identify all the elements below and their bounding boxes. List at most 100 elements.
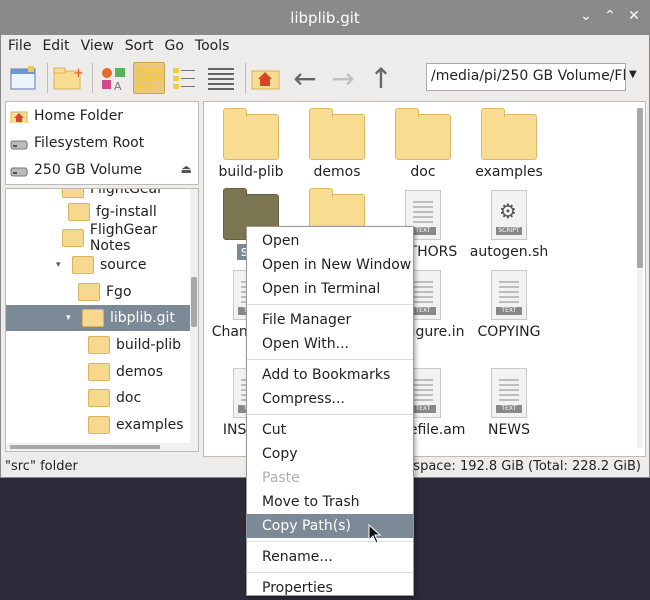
menu-view[interactable]: View bbox=[81, 38, 114, 54]
file-item-script[interactable]: ⚙ SCRIPT autogen.sh bbox=[466, 190, 552, 260]
expander-icon[interactable]: ▾ bbox=[66, 313, 76, 323]
tree-item[interactable]: ▾ source bbox=[6, 252, 190, 278]
file-item-folder[interactable]: demos bbox=[294, 108, 380, 180]
home-icon bbox=[10, 111, 28, 123]
text-file-icon: TEXT bbox=[491, 368, 527, 418]
scrollbar-thumb[interactable] bbox=[637, 108, 643, 268]
menu-file[interactable]: File bbox=[8, 38, 31, 54]
path-dropdown-icon[interactable]: ▼ bbox=[629, 69, 637, 80]
file-item-text[interactable]: TEXT NEWS bbox=[466, 368, 552, 438]
title-bar[interactable]: libplib.git ⌄ ⌃ ✕ bbox=[1, 1, 649, 35]
menu-edit[interactable]: Edit bbox=[42, 38, 69, 54]
scrollbar-thumb[interactable] bbox=[191, 277, 197, 327]
file-item-folder[interactable]: doc bbox=[380, 108, 466, 180]
script-file-icon: ⚙ SCRIPT bbox=[491, 190, 527, 240]
file-item-folder[interactable]: build-plib bbox=[208, 108, 294, 180]
maximize-icon[interactable]: ⌃ bbox=[603, 8, 617, 24]
folder-icon bbox=[88, 336, 110, 354]
up-arrow-icon[interactable]: ↑ bbox=[362, 62, 400, 95]
menu-separator bbox=[247, 414, 413, 415]
new-folder-button[interactable]: + bbox=[52, 62, 84, 94]
tree-item[interactable]: examples bbox=[6, 412, 190, 438]
thumbnail-view-icon: A bbox=[102, 68, 125, 91]
menu-item-open-terminal[interactable]: Open in Terminal bbox=[247, 277, 413, 301]
icon-view-button[interactable] bbox=[133, 62, 165, 94]
menu-item-cut[interactable]: Cut bbox=[247, 418, 413, 442]
new-window-icon bbox=[10, 66, 36, 90]
expander-icon[interactable]: ▾ bbox=[56, 260, 66, 270]
menu-item-open-with[interactable]: Open With... bbox=[247, 332, 413, 356]
tree-item[interactable]: build-plib bbox=[6, 332, 190, 358]
menu-go[interactable]: Go bbox=[165, 38, 184, 54]
minimize-icon[interactable]: ⌄ bbox=[579, 8, 593, 24]
folder-icon bbox=[88, 416, 110, 434]
menu-item-paste: Paste bbox=[262, 470, 300, 486]
tree-item-label: FlightGear bbox=[90, 188, 163, 197]
file-item-text[interactable]: TEXT COPYING bbox=[466, 270, 552, 340]
file-name: demos bbox=[313, 164, 361, 180]
compact-view-icon bbox=[173, 68, 195, 89]
file-item-folder[interactable]: examples bbox=[466, 108, 552, 180]
tree-item-label: FlighGear Notes bbox=[89, 222, 158, 254]
directory-tree: FlightGear fg-install FlighGear Notes ▾ … bbox=[5, 188, 199, 452]
menu-item-compress[interactable]: Compress... bbox=[247, 387, 413, 411]
tree-horizontal-scrollbar[interactable] bbox=[6, 443, 192, 451]
tree-item[interactable]: Fgo bbox=[6, 279, 190, 305]
menu-separator bbox=[247, 541, 413, 542]
tree-item[interactable]: doc bbox=[6, 385, 190, 411]
folder-icon bbox=[68, 203, 90, 221]
place-home-folder[interactable]: Home Folder bbox=[6, 102, 198, 129]
folder-icon bbox=[309, 108, 365, 160]
status-free-space: space: 192.8 GiB (Total: 228.2 GiB) bbox=[413, 459, 641, 474]
tree-item[interactable]: FlighGear Notes bbox=[6, 222, 190, 254]
tree-item-label: source bbox=[100, 257, 147, 273]
forward-arrow-icon[interactable]: → bbox=[324, 62, 362, 95]
menu-item-move-to-trash[interactable]: Move to Trash bbox=[247, 490, 413, 514]
place-filesystem-root[interactable]: Filesystem Root bbox=[6, 129, 198, 156]
compact-view-button[interactable] bbox=[169, 62, 201, 94]
folder-icon bbox=[72, 256, 94, 274]
menu-item-properties[interactable]: Properties bbox=[247, 576, 413, 600]
place-label: 250 GB Volume bbox=[34, 161, 143, 178]
mouse-cursor-icon bbox=[368, 524, 382, 544]
menu-separator bbox=[247, 304, 413, 305]
menu-tools[interactable]: Tools bbox=[195, 38, 230, 54]
menu-item-copy[interactable]: Copy bbox=[247, 442, 413, 466]
menu-sort[interactable]: Sort bbox=[125, 38, 154, 54]
tree-item-selected[interactable]: ▾ libplib.git bbox=[6, 305, 190, 331]
window-title: libplib.git bbox=[290, 9, 360, 27]
menu-bar: File Edit View Sort Go Tools bbox=[1, 35, 649, 57]
home-button[interactable] bbox=[250, 62, 282, 94]
menu-item-copy-paths[interactable]: Copy Path(s) bbox=[247, 514, 413, 538]
path-input[interactable]: /media/pi/250 GB Volume/Flig bbox=[426, 63, 626, 91]
menu-item-file-manager[interactable]: File Manager bbox=[247, 308, 413, 332]
tree-item[interactable]: demos bbox=[6, 359, 190, 385]
file-name: examples bbox=[475, 164, 543, 180]
folder-icon bbox=[223, 108, 279, 160]
file-name: build-plib bbox=[218, 164, 284, 180]
menu-item-open[interactable]: Open bbox=[247, 229, 413, 253]
place-250gb-volume[interactable]: 250 GB Volume bbox=[6, 156, 198, 183]
file-name: autogen.sh bbox=[469, 244, 549, 260]
icon-view-thumbs-button[interactable]: A bbox=[97, 62, 129, 94]
file-name: COPYING bbox=[477, 324, 541, 340]
back-arrow-icon[interactable]: ← bbox=[286, 62, 324, 95]
scrollbar-thumb[interactable] bbox=[10, 445, 160, 449]
new-window-button[interactable] bbox=[7, 62, 39, 94]
file-name: NEWS bbox=[487, 422, 531, 438]
eject-icon[interactable]: ⏏ bbox=[181, 162, 192, 176]
status-selection: "src" folder bbox=[5, 459, 78, 474]
drive-icon bbox=[10, 140, 28, 149]
tree-item-label: demos bbox=[116, 364, 163, 380]
new-folder-icon: + bbox=[53, 66, 83, 90]
tree-vertical-scrollbar[interactable] bbox=[190, 189, 198, 451]
menu-item-add-bookmarks[interactable]: Add to Bookmarks bbox=[247, 363, 413, 387]
menu-item-rename[interactable]: Rename... bbox=[247, 545, 413, 569]
menu-item-open-new-window[interactable]: Open in New Window bbox=[247, 253, 413, 277]
close-icon[interactable]: ✕ bbox=[627, 8, 641, 24]
drive-icon bbox=[10, 167, 28, 176]
text-file-icon: TEXT bbox=[491, 270, 527, 320]
list-view-button[interactable] bbox=[205, 62, 237, 94]
file-view-scrollbar[interactable] bbox=[637, 108, 643, 448]
folder-icon bbox=[82, 309, 104, 327]
